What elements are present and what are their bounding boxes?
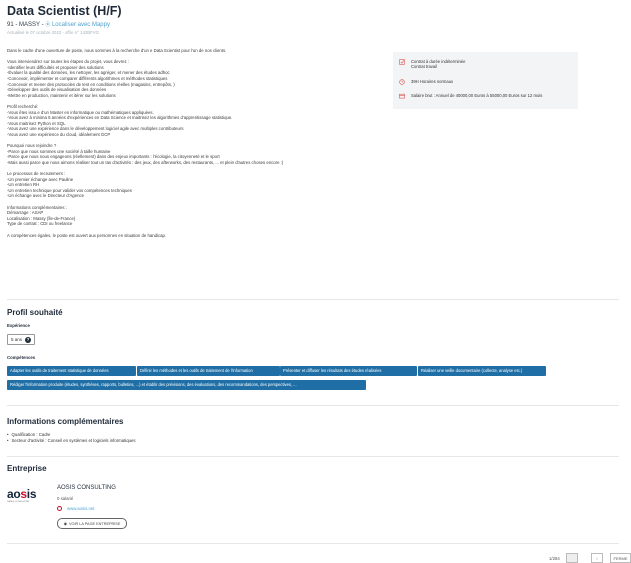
job-title: Data Scientist (H/F) [7,4,122,18]
profile-heading: Profil souhaité [7,308,63,317]
skills-label: Compétences [7,355,36,360]
job-location: 91 - MASSY - ⦿ Localiser avec Mappy [7,21,110,28]
help-icon[interactable]: ? [25,336,32,343]
website-link[interactable]: www.aosis.net [67,506,94,511]
extra-info-list: Qualification : Cadre Secteur d'activité… [7,432,136,444]
experience-label: Expérience [7,323,30,328]
job-summary-box: Contrat à durée indéterminée Contrat trav… [393,52,578,109]
description-paragraph: Profil recherché: -Vous êtes issu.e d'un … [7,104,387,138]
next-button[interactable]: › [591,553,603,563]
section-divider [7,405,619,406]
skill-chip: Rédiger l'information produite (études, … [7,380,366,390]
previous-button[interactable] [566,553,578,563]
contract-row: Contrat à durée indéterminée Contrat trav… [399,59,465,69]
description-paragraph: Pourquoi nous rejoindre ? -Parce que nous… [7,143,387,165]
salary: Salaire brut : Annuel de 40000,00 Euros … [411,93,543,98]
skill-chip: Définir les méthodes et les outils de tr… [137,366,280,376]
location-text: 91 - MASSY - [7,22,44,28]
description-paragraph: Le processus de recrutement : -Un premier… [7,171,387,199]
globe-icon [57,506,62,511]
see-company-page-button[interactable]: ◉ VOIR LA PAGE ENTREPRISE [57,518,127,529]
logo-wordmark: aosis [7,487,37,501]
section-divider [7,543,619,544]
experience-badge: 5 ans ? [7,334,36,345]
job-updated-date: Actualisé le 07 octobre 2022 - offre n° … [7,30,99,35]
experience-value: 5 ans [11,337,23,342]
wallet-icon [399,93,405,99]
company-heading: Entreprise [7,464,47,473]
skill-chip: Présenter et diffuser les résultats des … [280,366,417,376]
section-divider [7,299,619,300]
contract-kind: Contrat travail [411,64,438,70]
close-button[interactable]: FERME [610,553,631,563]
company-logo: aosis DATA & CONSULTING [7,488,40,510]
contract-icon [399,59,405,65]
company-website[interactable]: www.aosis.net [57,506,94,511]
see-company-page-label: VOIR LA PAGE ENTREPRISE [68,521,121,526]
description-paragraph: Informations complémentaires : Démarrage … [7,205,387,227]
clock-icon [399,79,405,85]
extra-info-heading: Informations complémentaires [7,417,124,426]
description-line: A compétences égales, le poste est ouver… [7,232,167,238]
eye-icon: ◉ [63,522,67,526]
locate-with-mappy-link[interactable]: Localiser avec Mappy [52,22,110,28]
result-counter: 1/284 [549,556,560,561]
job-description: Dans le cadre d'une ouverture de poste, … [7,48,387,238]
description-paragraph: Vous interviendrez sur toutes les étapes… [7,59,387,98]
map-pin-icon: ⦿ [45,22,51,28]
section-divider [7,456,619,457]
skill-chip: Réaliser une veille documentaire (collec… [418,366,546,376]
business-sector: Secteur d'activité : Conseil en systèmes… [7,438,136,444]
working-hours: 39H Horaires normaux [411,79,454,84]
company-name: AOSIS CONSULTING [57,485,116,491]
skill-chip: Adapter les outils de traitement statist… [7,366,136,376]
description-paragraph: A compétences égales, le poste est ouver… [7,233,387,239]
salary-row: Salaire brut : Annuel de 40000,00 Euros … [399,93,542,99]
company-employees: 0 salarié [57,496,74,501]
logo-tagline: DATA & CONSULTING [7,501,30,503]
hours-row: 39H Horaires normaux [399,79,453,85]
